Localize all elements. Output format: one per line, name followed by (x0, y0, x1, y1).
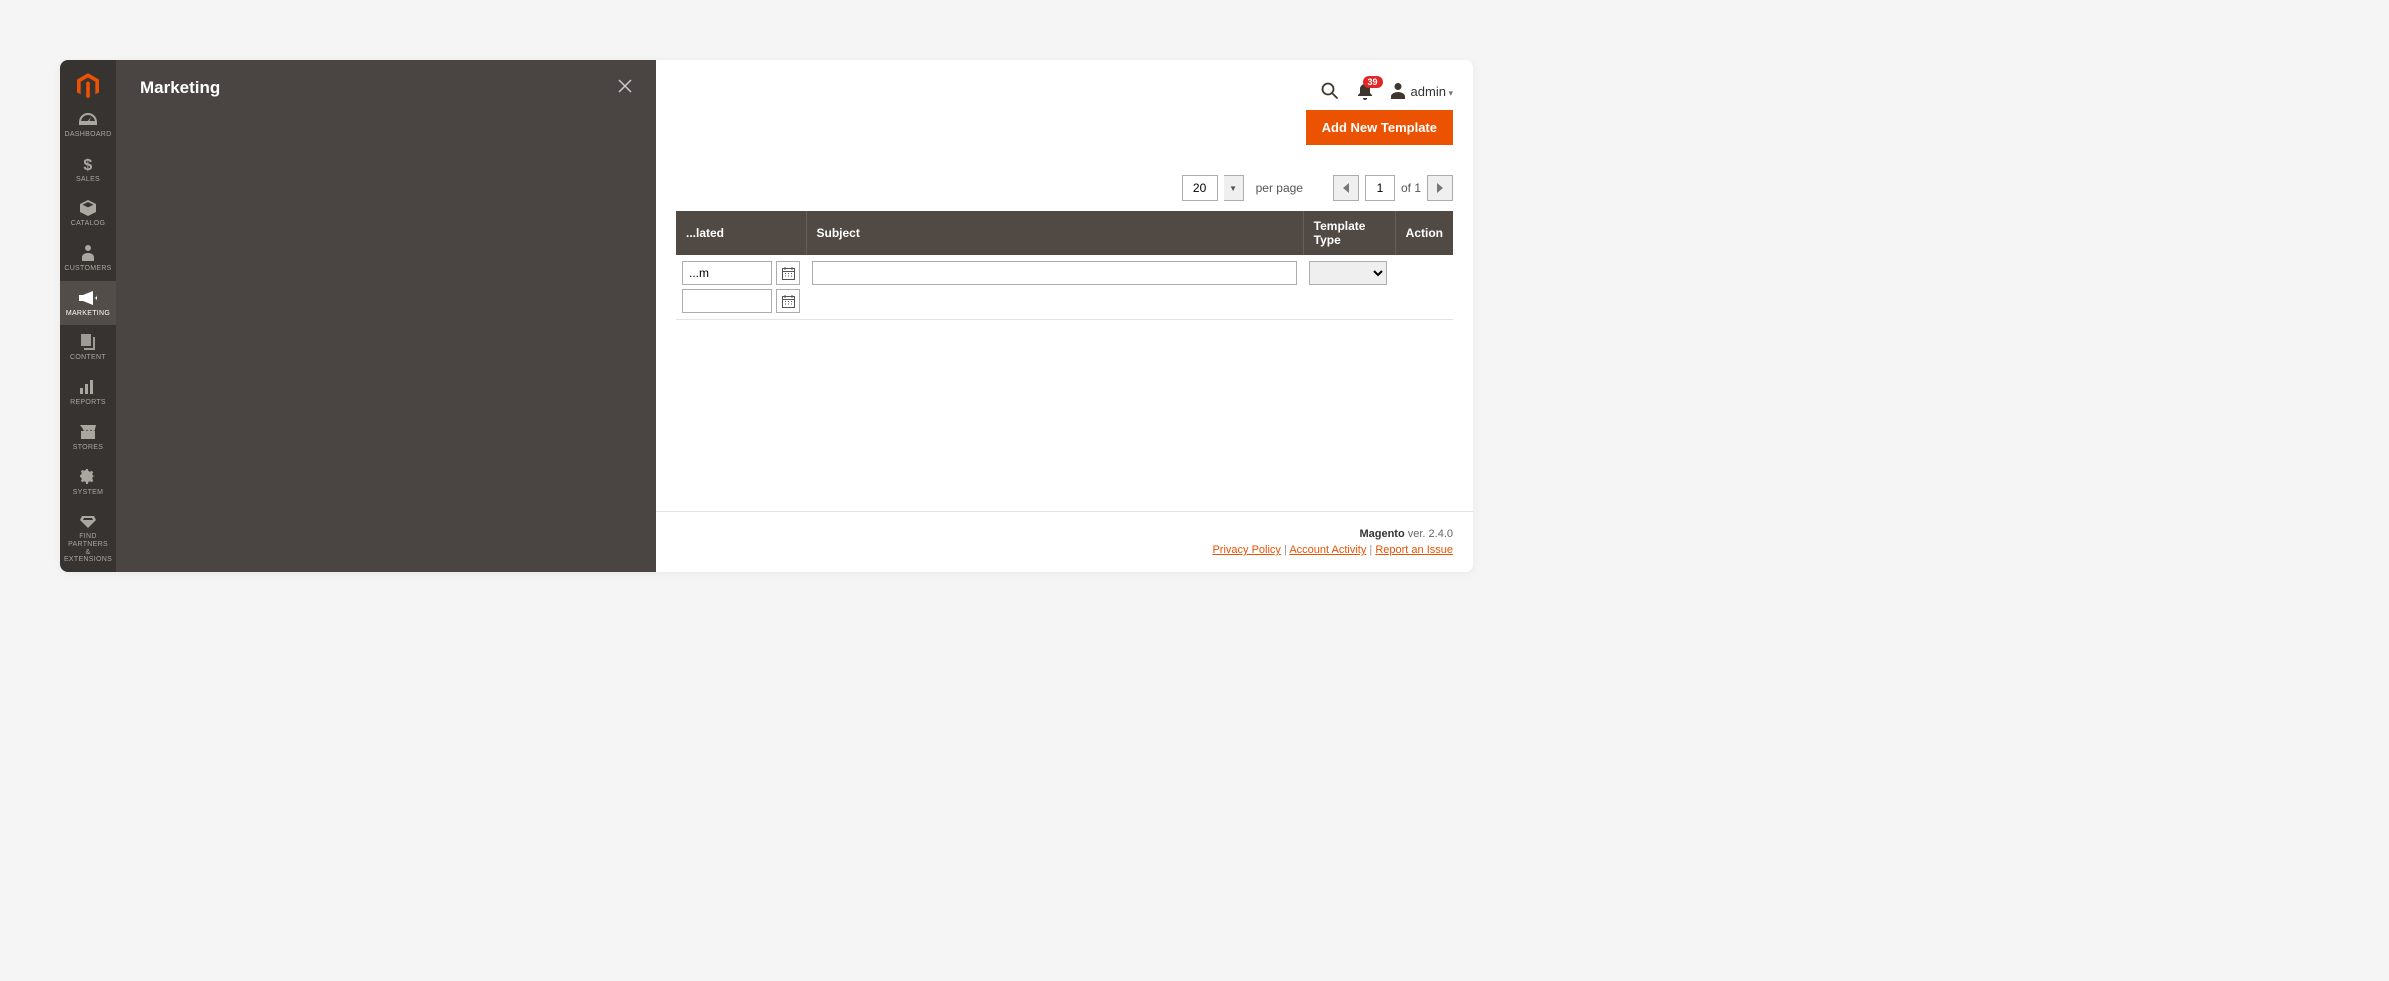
main-content: 39 admin Add New Template ▼ per page of … (656, 60, 1473, 572)
privacy-link[interactable]: Privacy Policy (1212, 544, 1280, 556)
nav-label: SALES (76, 176, 100, 184)
nav-system[interactable]: SYSTEM (60, 460, 116, 505)
topbar: 39 admin (656, 60, 1473, 110)
dollar-icon: $ (79, 155, 97, 173)
footer-brand: Magento (1359, 528, 1404, 540)
nav-label: CATALOG (71, 220, 106, 228)
nav-reports[interactable]: REPORTS (60, 370, 116, 415)
nav-dashboard[interactable]: DASHBOARD (60, 102, 116, 147)
svg-text:$: $ (83, 157, 92, 173)
nav-sales[interactable]: $ SALES (60, 147, 116, 192)
admin-sidebar: DASHBOARD $ SALES CATALOG CUSTOMERS MARK… (60, 60, 116, 572)
person-icon (79, 244, 97, 262)
filter-type[interactable] (1309, 261, 1387, 285)
nav-label: REPORTS (70, 399, 106, 407)
page-size-input[interactable] (1182, 175, 1218, 201)
account-activity-link[interactable]: Account Activity (1289, 544, 1366, 556)
box-icon (79, 199, 97, 217)
megaphone-icon (79, 289, 97, 307)
nav-customers[interactable]: CUSTOMERS (60, 236, 116, 281)
notifications-icon[interactable]: 39 (1357, 82, 1373, 100)
of-pages-label: of 1 (1401, 181, 1421, 195)
nav-label: CUSTOMERS (64, 265, 111, 273)
footer-version: ver. 2.4.0 (1405, 528, 1453, 540)
nav-label: MARKETING (66, 310, 110, 318)
col-type[interactable]: Template Type (1303, 211, 1395, 255)
nav-stores[interactable]: STORES (60, 415, 116, 460)
filter-row (676, 255, 1453, 320)
grid-toolbar: ▼ per page of 1 (656, 167, 1473, 211)
user-menu[interactable]: admin (1391, 83, 1453, 99)
avatar-icon (1391, 83, 1405, 99)
close-icon[interactable] (618, 79, 632, 98)
notification-badge: 39 (1363, 76, 1383, 88)
col-subject[interactable]: Subject (806, 211, 1303, 255)
report-issue-link[interactable]: Report an Issue (1375, 544, 1453, 556)
flyout-title: Marketing (140, 78, 220, 98)
bars-icon (79, 378, 97, 396)
footer: Magento ver. 2.4.0 Privacy Policy | Acco… (656, 511, 1473, 572)
per-page-label: per page (1256, 181, 1303, 195)
dashboard-icon (79, 110, 97, 128)
partners-icon (79, 512, 97, 530)
email-templates-table: ...lated Subject Template Type Action (676, 211, 1453, 320)
gear-icon (79, 468, 97, 486)
next-page-button[interactable] (1427, 175, 1453, 201)
nav-catalog[interactable]: CATALOG (60, 191, 116, 236)
marketing-flyout: Marketing (116, 60, 656, 572)
nav-label: DASHBOARD (64, 131, 111, 139)
admin-window: DASHBOARD $ SALES CATALOG CUSTOMERS MARK… (60, 60, 1473, 572)
nav-label: STORES (73, 444, 103, 452)
pages-icon (79, 333, 97, 351)
filter-updated-from[interactable] (682, 261, 772, 285)
nav-label: CONTENT (70, 354, 106, 362)
search-icon[interactable] (1321, 82, 1339, 100)
current-page-input[interactable] (1365, 175, 1395, 201)
add-new-template-button[interactable]: Add New Template (1306, 110, 1453, 145)
nav-partners[interactable]: FIND PARTNERS & EXTENSIONS (60, 504, 116, 572)
page-size-dropdown[interactable]: ▼ (1224, 175, 1244, 201)
user-name: admin (1411, 84, 1453, 99)
col-action: Action (1395, 211, 1453, 255)
store-icon (79, 423, 97, 441)
prev-page-button[interactable] (1333, 175, 1359, 201)
magento-logo[interactable] (60, 60, 116, 102)
nav-label: SYSTEM (73, 489, 104, 497)
nav-label: FIND PARTNERS & EXTENSIONS (62, 533, 114, 564)
nav-marketing[interactable]: MARKETING (60, 281, 116, 326)
nav-content[interactable]: CONTENT (60, 325, 116, 370)
col-updated[interactable]: ...lated (676, 211, 806, 255)
filter-subject[interactable] (812, 261, 1297, 285)
filter-updated-to[interactable] (682, 289, 772, 313)
calendar-icon[interactable] (776, 289, 800, 313)
calendar-icon[interactable] (776, 261, 800, 285)
